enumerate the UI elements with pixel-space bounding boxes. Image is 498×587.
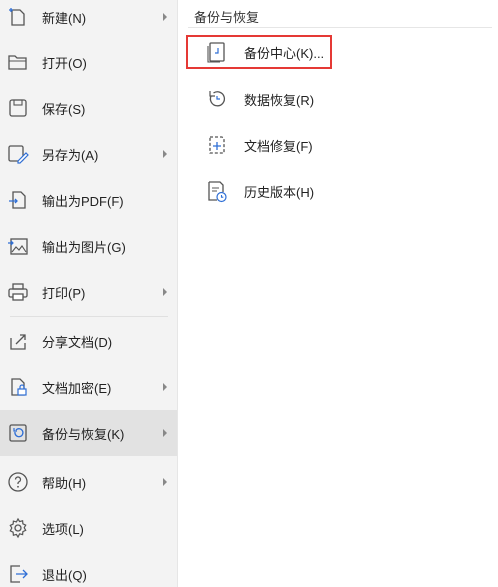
menu-item-open[interactable]: 打开(O) [0, 39, 177, 85]
submenu-panel: 备份与恢复 备份中心(K)... 数据恢复(R) 文档修复(F) 历史版本(H) [178, 0, 498, 587]
menu-item-exit[interactable]: 退出(Q) [0, 551, 177, 587]
document-repair-icon [206, 133, 228, 157]
menu-item-share[interactable]: 分享文档(D) [0, 318, 177, 364]
chevron-right-icon [163, 150, 167, 158]
menu-item-export-image[interactable]: 输出为图片(G) [0, 223, 177, 269]
menu-item-label: 文档加密(E) [42, 380, 112, 396]
submenu-item-document-repair[interactable]: 文档修复(F) [186, 128, 332, 162]
menu-item-encrypt[interactable]: 文档加密(E) [0, 364, 177, 410]
export-pdf-icon [7, 189, 29, 211]
save-as-icon [7, 143, 29, 165]
menu-item-save-as[interactable]: 另存为(A) [0, 131, 177, 177]
chevron-right-icon [163, 13, 167, 21]
chevron-right-icon [163, 383, 167, 391]
menu-item-label: 输出为PDF(F) [42, 193, 124, 209]
data-recovery-icon [206, 87, 228, 111]
menu-separator [10, 316, 168, 317]
submenu-item-backup-center[interactable]: 备份中心(K)... [186, 35, 332, 69]
menu-item-export-pdf[interactable]: 输出为PDF(F) [0, 177, 177, 223]
menu-item-label: 选项(L) [42, 521, 84, 537]
new-file-icon [7, 6, 29, 28]
export-image-icon [7, 235, 29, 257]
submenu-item-label: 备份中心(K)... [244, 45, 325, 61]
help-icon [7, 471, 29, 493]
menu-item-save[interactable]: 保存(S) [0, 85, 177, 131]
backup-restore-icon [7, 422, 29, 444]
menu-item-label: 分享文档(D) [42, 334, 113, 350]
save-icon [7, 97, 29, 119]
menu-item-label: 另存为(A) [42, 147, 99, 163]
menu-item-print[interactable]: 打印(P) [0, 269, 177, 315]
share-icon [7, 330, 29, 352]
menu-item-options[interactable]: 选项(L) [0, 505, 177, 551]
encrypt-icon [7, 376, 29, 398]
chevron-right-icon [163, 429, 167, 437]
chevron-right-icon [163, 478, 167, 486]
submenu-item-label: 文档修复(F) [244, 138, 313, 154]
menu-item-label: 打印(P) [42, 285, 86, 301]
submenu-item-data-recovery[interactable]: 数据恢复(R) [186, 82, 332, 116]
menu-item-new[interactable]: 新建(N) [0, 0, 177, 40]
history-version-icon [206, 179, 228, 203]
menu-item-label: 保存(S) [42, 101, 86, 117]
exit-icon [7, 563, 29, 585]
submenu-item-history-version[interactable]: 历史版本(H) [186, 174, 332, 208]
chevron-right-icon [163, 288, 167, 296]
menu-item-label: 退出(Q) [42, 567, 87, 583]
submenu-item-label: 数据恢复(R) [244, 92, 315, 108]
submenu-title-divider [188, 27, 492, 28]
menu-item-label: 备份与恢复(K) [42, 426, 125, 442]
backup-center-icon [206, 40, 228, 64]
printer-icon [7, 281, 29, 303]
file-menu-panel: 新建(N) 打开(O) 保存(S) 另存为(A) 输出为PDF(F) 输出为图片… [0, 0, 178, 587]
menu-item-help[interactable]: 帮助(H) [0, 459, 177, 505]
menu-item-label: 帮助(H) [42, 475, 87, 491]
menu-item-label: 新建(N) [42, 10, 87, 26]
menu-item-backup-restore[interactable]: 备份与恢复(K) [0, 410, 177, 456]
submenu-title: 备份与恢复 [194, 10, 260, 25]
gear-icon [7, 517, 29, 539]
folder-open-icon [7, 51, 29, 73]
submenu-item-label: 历史版本(H) [244, 184, 315, 200]
menu-item-label: 输出为图片(G) [42, 239, 126, 255]
menu-item-label: 打开(O) [42, 55, 87, 71]
